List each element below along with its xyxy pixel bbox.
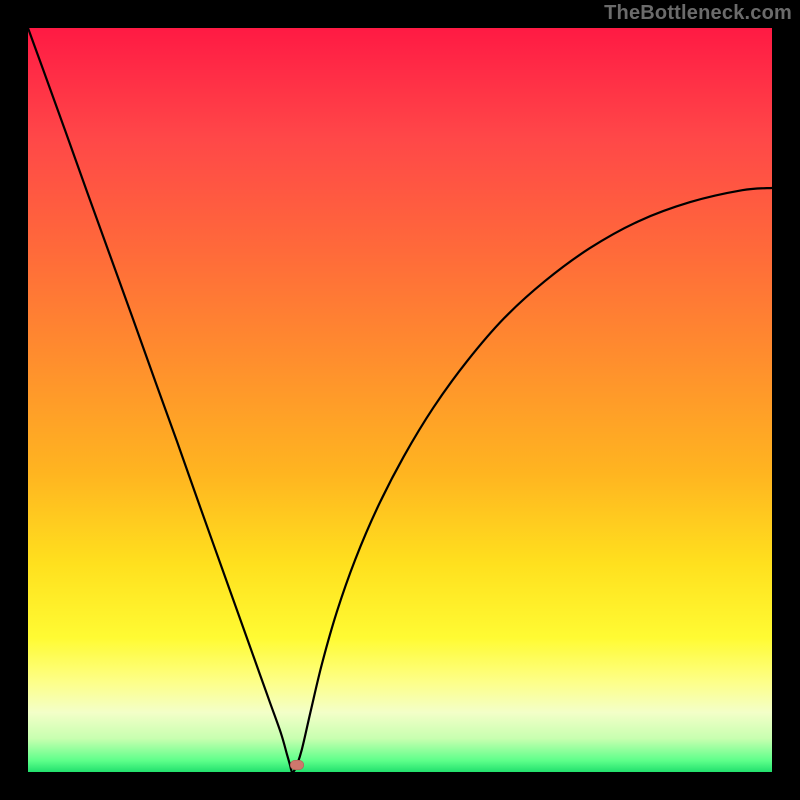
watermark-text: TheBottleneck.com <box>604 2 792 25</box>
chart-frame: TheBottleneck.com <box>0 0 800 800</box>
plot-area <box>28 28 772 772</box>
curve-line <box>28 28 772 772</box>
minimum-marker <box>290 760 304 770</box>
